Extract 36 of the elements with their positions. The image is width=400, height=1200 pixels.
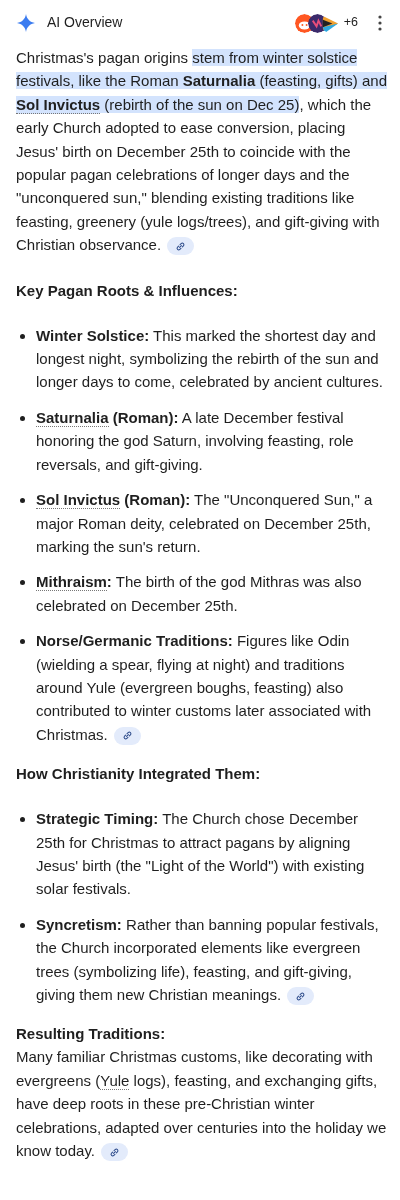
source-link-button[interactable] bbox=[167, 237, 195, 256]
overview-paragraph: Christmas's pagan origins stem from winter solstice festivals, like the Roman Saturnalia (feasting, gifts) and Sol Invictus (rebirth of the sun on Dec 25), which the early Church adopted to ease conversion, placing Jesus' birth on December 25th to coincide with the popular pagan celebrations of longer days and the "unconquered sun," blending existing traditions like feasting, greenery (yule logs/trees), and gift-giving with Christian observance. bbox=[16, 48, 388, 257]
list-item-text: Winter Solstice: This marked the shortest day and longest night, symbolizing the rebirth of the sun and longer days to come, celebrated by ancient cultures. bbox=[36, 325, 384, 393]
list-item-text: Strategic Timing: The Church chose December 25th for Christmas to attract pagans by aligning Jesus' birth (the "Light of the World") with existing solar festivals. bbox=[36, 809, 366, 900]
list-item-text: Syncretism: Rather than banning popular festivals, the Church incorporated elements like evergreen trees (symbolizing life), feasting, and gift-giving, giving them new Christian meanings. bbox=[36, 912, 388, 1007]
list-item-text: Mithraism: The birth of the god Mithras was also celebrated on December 25th. bbox=[36, 572, 363, 616]
link-icon bbox=[295, 990, 307, 1002]
overview-paragraph: Many familiar Christmas customs, like decorating with evergreens (Yule logs), feasting, and exchanging gifts, have deep roots in these pre-Christian winter celebrations, adapted over centuries into the holiday we know today. bbox=[16, 1047, 388, 1163]
source-link-button[interactable] bbox=[100, 1143, 128, 1162]
term-link[interactable]: Sol Invictus bbox=[36, 491, 121, 510]
list-item-text: Sol Invictus (Roman): The "Unconquered Sun," a major Roman deity, celebrated on December 25th, marking the sun's return. bbox=[36, 490, 374, 557]
more-sources-count[interactable]: +6 bbox=[343, 11, 358, 35]
bullet-icon bbox=[20, 817, 25, 823]
list-item-text: Norse/Germanic Traditions: Figures like Odin (wielding a spear, flying at night) and traditions around Yule (evergreen boughs, feasting) also contributed to winter customs later associated with Christmas. bbox=[36, 631, 373, 747]
term-link[interactable]: Saturnalia bbox=[36, 408, 109, 427]
link-icon bbox=[108, 1146, 120, 1158]
source-link-button[interactable] bbox=[113, 726, 141, 745]
section-heading: How Christianity Integrated Them: bbox=[16, 764, 262, 785]
term-link[interactable]: Mithraism bbox=[36, 573, 107, 592]
section-heading: Resulting Traditions: bbox=[16, 1024, 167, 1045]
link-icon bbox=[121, 730, 133, 742]
bullet-icon bbox=[20, 922, 25, 928]
bullet-icon bbox=[20, 333, 25, 339]
bullet-icon bbox=[20, 639, 25, 645]
overview-title: AI Overview bbox=[47, 13, 123, 33]
list-item-text: Saturnalia (Roman): A late December festival honoring the god Saturn, involving feasting, role reversals, and gift-giving. bbox=[36, 407, 355, 475]
bullet-icon bbox=[20, 415, 25, 421]
bullet-icon bbox=[20, 580, 25, 586]
more-options-icon[interactable] bbox=[378, 15, 382, 31]
term-link[interactable]: Sol Invictus bbox=[16, 95, 101, 114]
link-icon bbox=[175, 240, 187, 252]
source-link-button[interactable] bbox=[287, 987, 315, 1006]
section-heading: Key Pagan Roots & Influences: bbox=[16, 280, 239, 301]
bullet-icon bbox=[20, 498, 25, 504]
sparkle-icon bbox=[17, 14, 35, 32]
term-link[interactable]: Yule bbox=[100, 1071, 130, 1090]
